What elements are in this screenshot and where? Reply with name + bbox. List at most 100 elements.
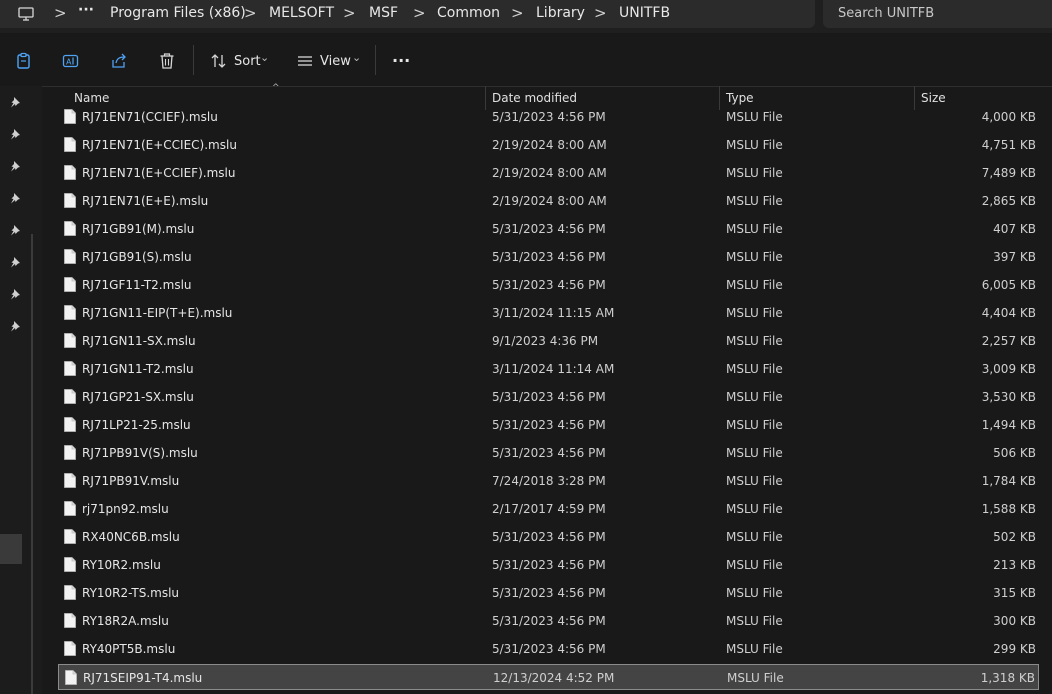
paste-icon[interactable] — [15, 52, 33, 70]
file-row[interactable]: RJ71PB91V.mslu 7/24/2018 3:28 PM MSLU File… — [58, 468, 1039, 494]
pin-icon — [11, 97, 20, 108]
file-row[interactable]: RY10R2-TS.mslu 5/31/2023 4:56 PM MSLU File… — [58, 580, 1039, 606]
file-row[interactable]: RJ71EN71(E+CCIEC).mslu 2/19/2024 8:00 AM M… — [58, 132, 1039, 158]
file-date-modified: 5/31/2023 4:56 PM — [492, 110, 606, 124]
file-row[interactable]: RJ71GN11-EIP(T+E).mslu 3/11/2024 11:15 AM… — [58, 300, 1039, 326]
file-type: MSLU File — [726, 138, 783, 152]
file-row[interactable]: RJ71GN11-T2.mslu 3/11/2024 11:14 AM MSLU F… — [58, 356, 1039, 382]
file-size: 213 KB — [993, 558, 1036, 572]
file-icon — [64, 333, 76, 348]
file-type: MSLU File — [726, 334, 783, 348]
see-more-button[interactable]: ··· — [392, 51, 410, 70]
file-date-modified: 7/24/2018 3:28 PM — [492, 474, 606, 488]
chevron-right-icon[interactable]: > — [343, 4, 356, 22]
file-row[interactable]: RY40PT5B.mslu 5/31/2023 4:56 PM MSLU File 2… — [58, 636, 1039, 662]
column-size[interactable]: Size — [921, 91, 946, 105]
file-icon — [64, 417, 76, 432]
file-icon — [64, 193, 76, 208]
share-icon[interactable] — [110, 52, 128, 70]
file-row[interactable]: RJ71LP21-25.mslu 5/31/2023 4:56 PM MSLU Fi… — [58, 412, 1039, 438]
file-row[interactable]: RY10R2.mslu 5/31/2023 4:56 PM MSLU File 213… — [58, 552, 1039, 578]
rename-icon[interactable]: A — [62, 52, 80, 70]
chevron-right-icon[interactable]: > — [54, 4, 67, 22]
file-icon — [64, 585, 76, 600]
file-row[interactable]: RJ71EN71(E+CCIEF).mslu 2/19/2024 8:00 AM M… — [58, 160, 1039, 186]
breadcrumb-program-files-x86[interactable]: Program Files (x86) — [110, 5, 246, 21]
file-row[interactable]: RY18R2A.mslu 5/31/2023 4:56 PM MSLU File 30… — [58, 608, 1039, 634]
file-icon — [64, 109, 76, 124]
delete-icon[interactable] — [158, 52, 176, 70]
pin-icon — [11, 193, 20, 204]
view-icon[interactable] — [296, 52, 314, 70]
file-name: RY10R2.mslu — [82, 558, 161, 572]
navigation-selected-item[interactable] — [0, 534, 22, 564]
file-row[interactable]: RJ71EN71(CCIEF).mslu 5/31/2023 4:56 PM MSL… — [58, 104, 1039, 130]
file-date-modified: 3/11/2024 11:14 AM — [492, 362, 615, 376]
column-date-modified[interactable]: Date modified — [492, 91, 577, 105]
navigation-pane[interactable] — [0, 86, 42, 694]
file-row[interactable]: RJ71EN71(E+E).mslu 2/19/2024 8:00 AM MSLU … — [58, 188, 1039, 214]
file-row[interactable]: RJ71GB91(M).mslu 5/31/2023 4:56 PM MSLU Fi… — [58, 216, 1039, 242]
file-icon — [64, 641, 76, 656]
file-row[interactable]: RJ71GP21-SX.mslu 5/31/2023 4:56 PM MSLU Fi… — [58, 384, 1039, 410]
file-row[interactable]: RJ71GN11-SX.mslu 9/1/2023 4:36 PM MSLU Fil… — [58, 328, 1039, 354]
file-date-modified: 12/13/2024 4:52 PM — [493, 671, 615, 685]
more-locations-button[interactable]: ··· — [78, 2, 94, 18]
pin-icon — [11, 225, 20, 236]
address-bar[interactable]: > ··· Program Files (x86) > MELSOFT > MS… — [0, 0, 815, 28]
file-name: RJ71EN71(E+CCIEC).mslu — [82, 138, 237, 152]
breadcrumb-msf[interactable]: MSF — [369, 5, 398, 21]
breadcrumb-common[interactable]: Common — [437, 5, 500, 21]
search-box[interactable]: Search UNITFB — [823, 0, 1052, 28]
file-row[interactable]: rj71pn92.mslu 2/17/2017 4:59 PM MSLU File 1… — [58, 496, 1039, 522]
this-pc-icon[interactable] — [18, 6, 34, 22]
file-type: MSLU File — [726, 418, 783, 432]
file-name: RJ71GP21-SX.mslu — [82, 390, 194, 404]
navigation-scrollbar[interactable] — [31, 234, 33, 694]
file-date-modified: 9/1/2023 4:36 PM — [492, 334, 599, 348]
file-type: MSLU File — [726, 502, 783, 516]
chevron-right-icon[interactable]: > — [413, 4, 426, 22]
file-name: RX40NC6B.mslu — [82, 530, 180, 544]
file-size: 4,751 KB — [981, 138, 1036, 152]
pin-icon — [11, 161, 20, 172]
breadcrumb-unitfb[interactable]: UNITFB — [619, 5, 670, 21]
breadcrumb-melsoft[interactable]: MELSOFT — [269, 5, 334, 21]
sort-icon[interactable] — [210, 52, 228, 70]
file-size: 3,009 KB — [981, 362, 1036, 376]
chevron-right-icon[interactable]: > — [511, 4, 524, 22]
view-button[interactable]: View — [320, 54, 351, 69]
sort-button[interactable]: Sort — [234, 54, 261, 69]
file-name: RJ71GB91(M).mslu — [82, 222, 195, 236]
file-size: 506 KB — [993, 446, 1036, 460]
column-name[interactable]: Name — [74, 91, 109, 105]
file-date-modified: 5/31/2023 4:56 PM — [492, 222, 606, 236]
address-bar-region: > ··· Program Files (x86) > MELSOFT > MS… — [0, 0, 1052, 33]
file-size: 407 KB — [993, 222, 1036, 236]
file-icon — [64, 165, 76, 180]
file-row[interactable]: RJ71SEIP91-T4.mslu 12/13/2024 4:52 PM MSLU… — [58, 664, 1039, 690]
file-row[interactable]: RJ71GB91(S).mslu 5/31/2023 4:56 PM MSLU Fi… — [58, 244, 1039, 270]
file-row[interactable]: RJ71GF11-T2.mslu 5/31/2023 4:56 PM MSLU Fi… — [58, 272, 1039, 298]
breadcrumb-library[interactable]: Library — [536, 5, 585, 21]
file-icon — [64, 137, 76, 152]
column-type[interactable]: Type — [726, 91, 754, 105]
file-size: 1,784 KB — [981, 474, 1036, 488]
file-name: RJ71GF11-T2.mslu — [82, 278, 192, 292]
chevron-right-icon[interactable]: > — [594, 4, 607, 22]
search-input[interactable]: Search UNITFB — [838, 6, 934, 21]
file-size: 7,489 KB — [981, 166, 1036, 180]
file-date-modified: 5/31/2023 4:56 PM — [492, 278, 606, 292]
file-row[interactable]: RJ71PB91V(S).mslu 5/31/2023 4:56 PM MSLU F… — [58, 440, 1039, 466]
file-type: MSLU File — [726, 222, 783, 236]
file-date-modified: 5/31/2023 4:56 PM — [492, 418, 606, 432]
file-icon — [64, 529, 76, 544]
sort-chevron-down-icon[interactable]: ⌄ — [260, 51, 269, 64]
file-size: 3,530 KB — [981, 390, 1036, 404]
sort-ascending-icon: ^ — [272, 83, 280, 93]
file-row[interactable]: RX40NC6B.mslu 5/31/2023 4:56 PM MSLU File 5… — [58, 524, 1039, 550]
chevron-right-icon[interactable]: > — [244, 4, 257, 22]
svg-text:A: A — [66, 58, 72, 67]
view-chevron-down-icon[interactable]: ⌄ — [352, 51, 361, 64]
toolbar-divider — [193, 45, 194, 75]
